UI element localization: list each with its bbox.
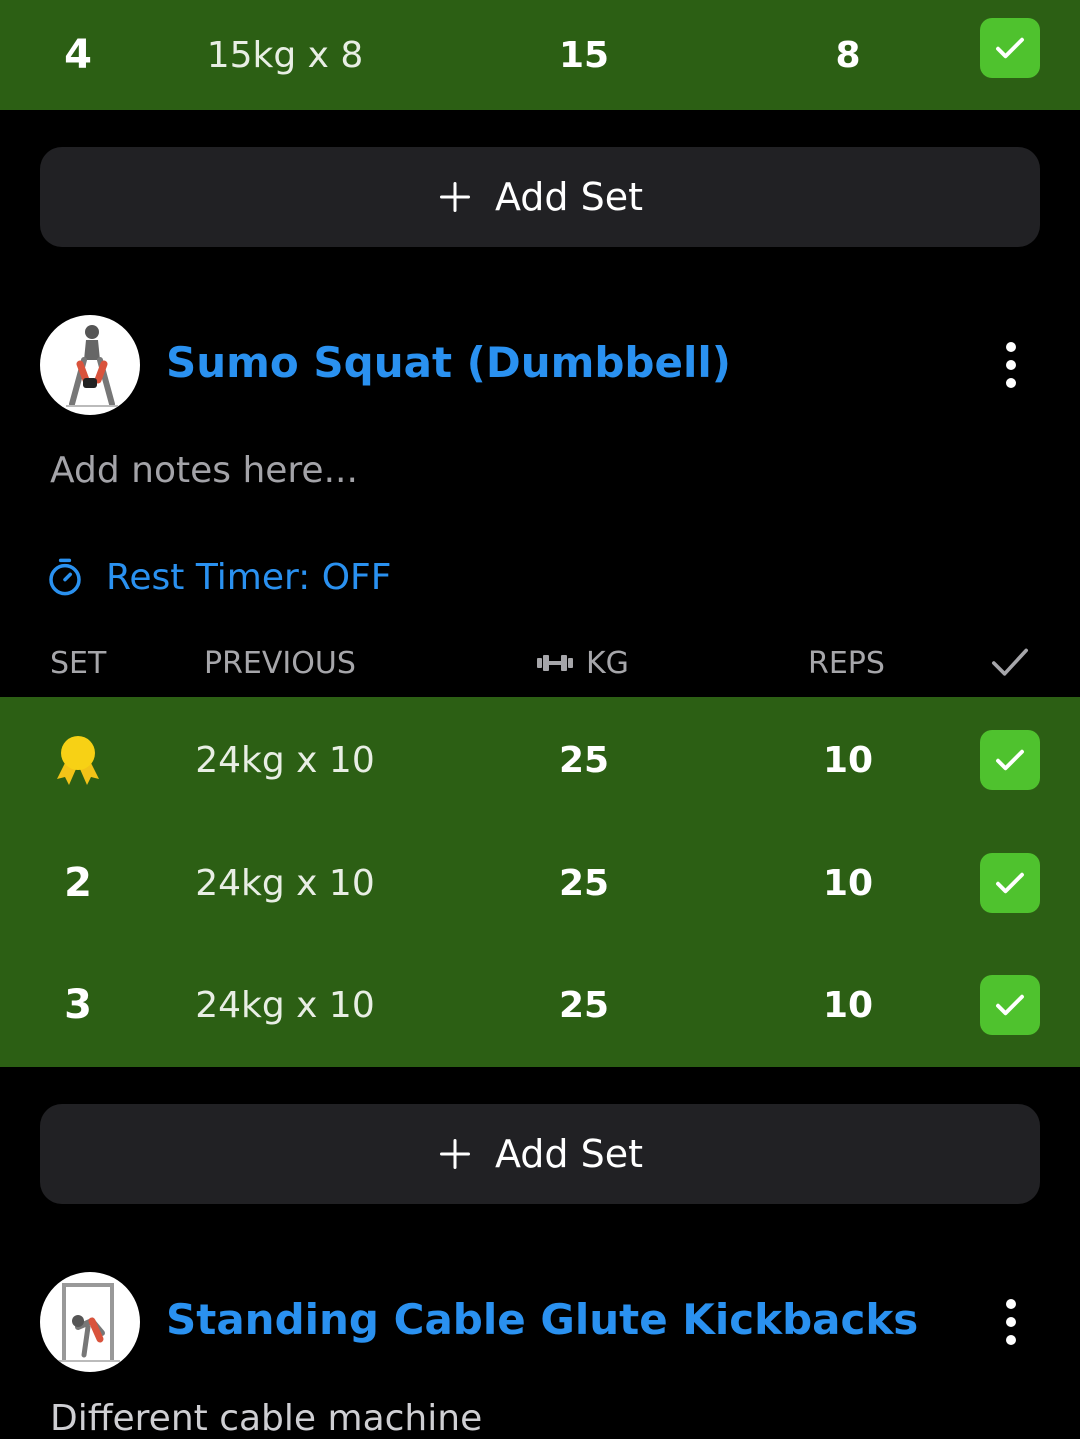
reps-input[interactable]: 8 [748,0,948,110]
reps-input[interactable]: 10 [748,944,948,1066]
plus-icon [437,1136,473,1172]
cable-machine-figure-icon [58,1283,120,1362]
set-row: 24kg x 10 25 10 [0,699,1080,821]
header-kg: KG [536,640,629,686]
rest-timer-label: Rest Timer: OFF [106,556,392,598]
set-row: 2 24kg x 10 25 10 [0,822,1080,944]
reps-input[interactable]: 10 [748,822,948,944]
add-set-button[interactable]: Add Set [40,1104,1040,1204]
set-complete-checkbox[interactable] [980,975,1040,1035]
add-set-label: Add Set [494,1132,644,1176]
kg-input[interactable]: 15 [484,0,684,110]
set-number[interactable]: 2 [28,822,128,944]
header-check-icon [988,640,1032,686]
exercise-figure-icon [66,325,118,407]
header-set: SET [50,645,107,681]
header-reps: REPS [808,645,885,681]
more-options-icon[interactable] [996,1292,1026,1352]
dumbbell-icon [537,655,573,671]
previous-value[interactable]: 24kg x 10 [160,822,410,944]
set-complete-checkbox[interactable] [980,18,1040,78]
previous-value[interactable]: 24kg x 10 [160,699,410,821]
header-previous: PREVIOUS [204,645,356,681]
exercise-thumbnail[interactable] [40,1272,140,1372]
set-row: 3 24kg x 10 25 10 [0,944,1080,1066]
medal-icon [57,736,99,785]
notes-text[interactable]: Different cable machine [50,1398,482,1439]
set-complete-checkbox[interactable] [980,853,1040,913]
set-complete-checkbox[interactable] [980,730,1040,790]
exercise-title[interactable]: Sumo Squat (Dumbbell) [166,338,731,387]
header-kg-label: KG [586,645,629,681]
previous-value[interactable]: 15kg x 8 [160,0,410,110]
check-icon [996,37,1024,59]
stopwatch-icon [49,558,81,596]
notes-input[interactable]: Add notes here... [50,450,358,491]
check-icon [996,872,1024,894]
set-number[interactable]: 4 [28,0,128,110]
exercise-thumbnail[interactable] [40,315,140,415]
more-options-icon[interactable] [996,335,1026,395]
add-set-button[interactable]: Add Set [40,147,1040,247]
add-set-label: Add Set [494,175,644,219]
rest-timer-button[interactable]: Rest Timer: OFF [44,556,391,598]
check-icon [996,749,1024,771]
previous-value[interactable]: 24kg x 10 [160,944,410,1066]
reps-input[interactable]: 10 [748,699,948,821]
exercise-title[interactable]: Standing Cable Glute Kickbacks [166,1295,918,1344]
plus-icon [437,179,473,215]
set-row: 4 15kg x 8 15 8 [0,0,1080,110]
check-icon [996,994,1024,1016]
kg-input[interactable]: 25 [484,822,684,944]
set-number[interactable]: 3 [28,944,128,1066]
kg-input[interactable]: 25 [484,699,684,821]
kg-input[interactable]: 25 [484,944,684,1066]
set-number[interactable] [28,699,128,821]
